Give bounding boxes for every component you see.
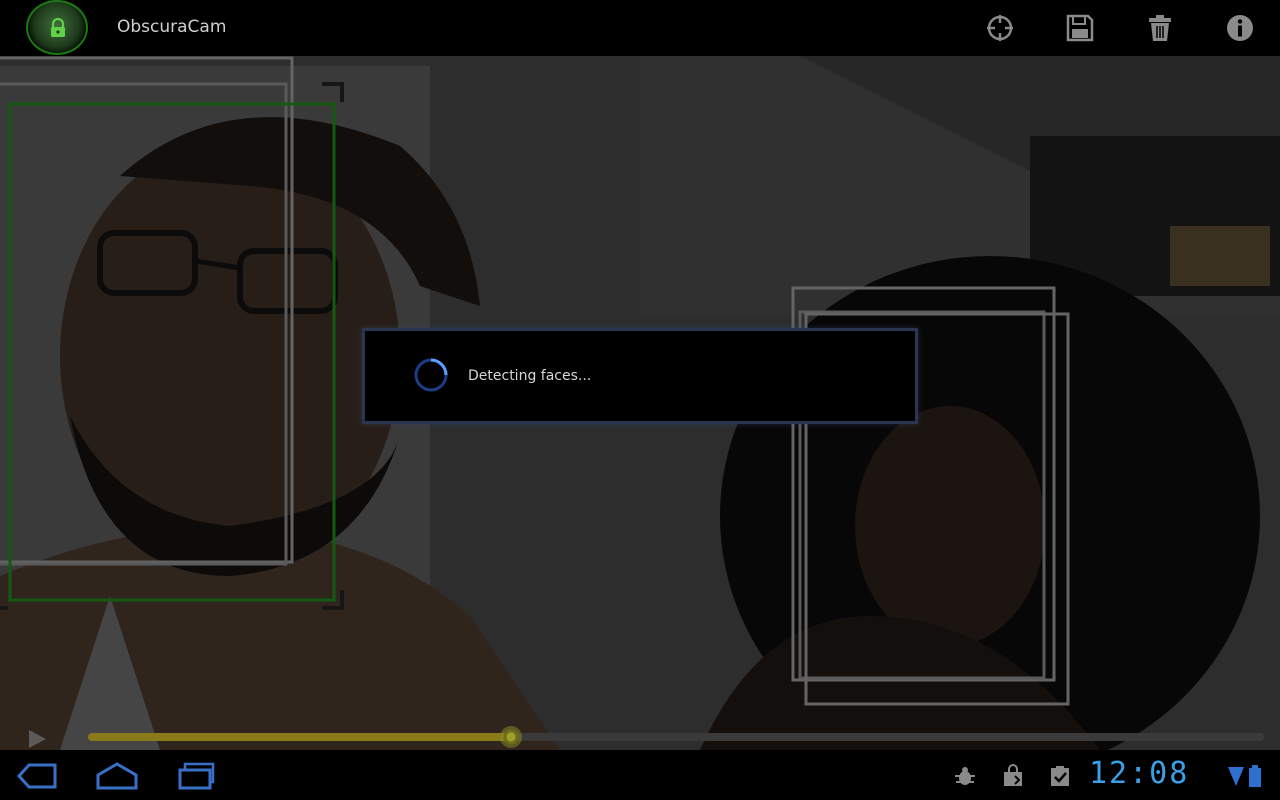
seek-bar-progress (88, 733, 512, 741)
save-icon[interactable] (1060, 8, 1100, 48)
play-icon[interactable] (26, 728, 48, 750)
store-bag-icon[interactable] (1001, 764, 1025, 788)
lock-icon (51, 18, 65, 37)
progress-dialog: Detecting faces... (362, 328, 918, 424)
task-check-icon[interactable] (1048, 764, 1072, 788)
system-bar: 12:08 (0, 750, 1280, 800)
seek-bar[interactable] (88, 726, 1264, 748)
delete-icon[interactable] (1140, 8, 1180, 48)
screen: ObscuraCam Detecting faces... 12:08 (0, 0, 1280, 800)
dialog-message: Detecting faces... (468, 368, 592, 384)
info-icon[interactable] (1220, 8, 1260, 48)
home-icon (96, 762, 138, 790)
recent-apps-icon (178, 762, 215, 790)
crosshair-icon[interactable] (980, 8, 1020, 48)
loading-spinner-icon (414, 358, 448, 392)
home-button[interactable] (92, 758, 142, 794)
app-logo[interactable] (26, 0, 88, 55)
debug-bug-icon[interactable] (953, 764, 977, 788)
back-button[interactable] (12, 758, 62, 794)
battery-icon (1249, 765, 1261, 787)
app-title: ObscuraCam (117, 17, 227, 37)
action-bar: ObscuraCam (0, 0, 1280, 56)
clock[interactable]: 12:08 (1089, 756, 1189, 791)
recent-apps-button[interactable] (172, 758, 222, 794)
back-icon (16, 763, 57, 789)
